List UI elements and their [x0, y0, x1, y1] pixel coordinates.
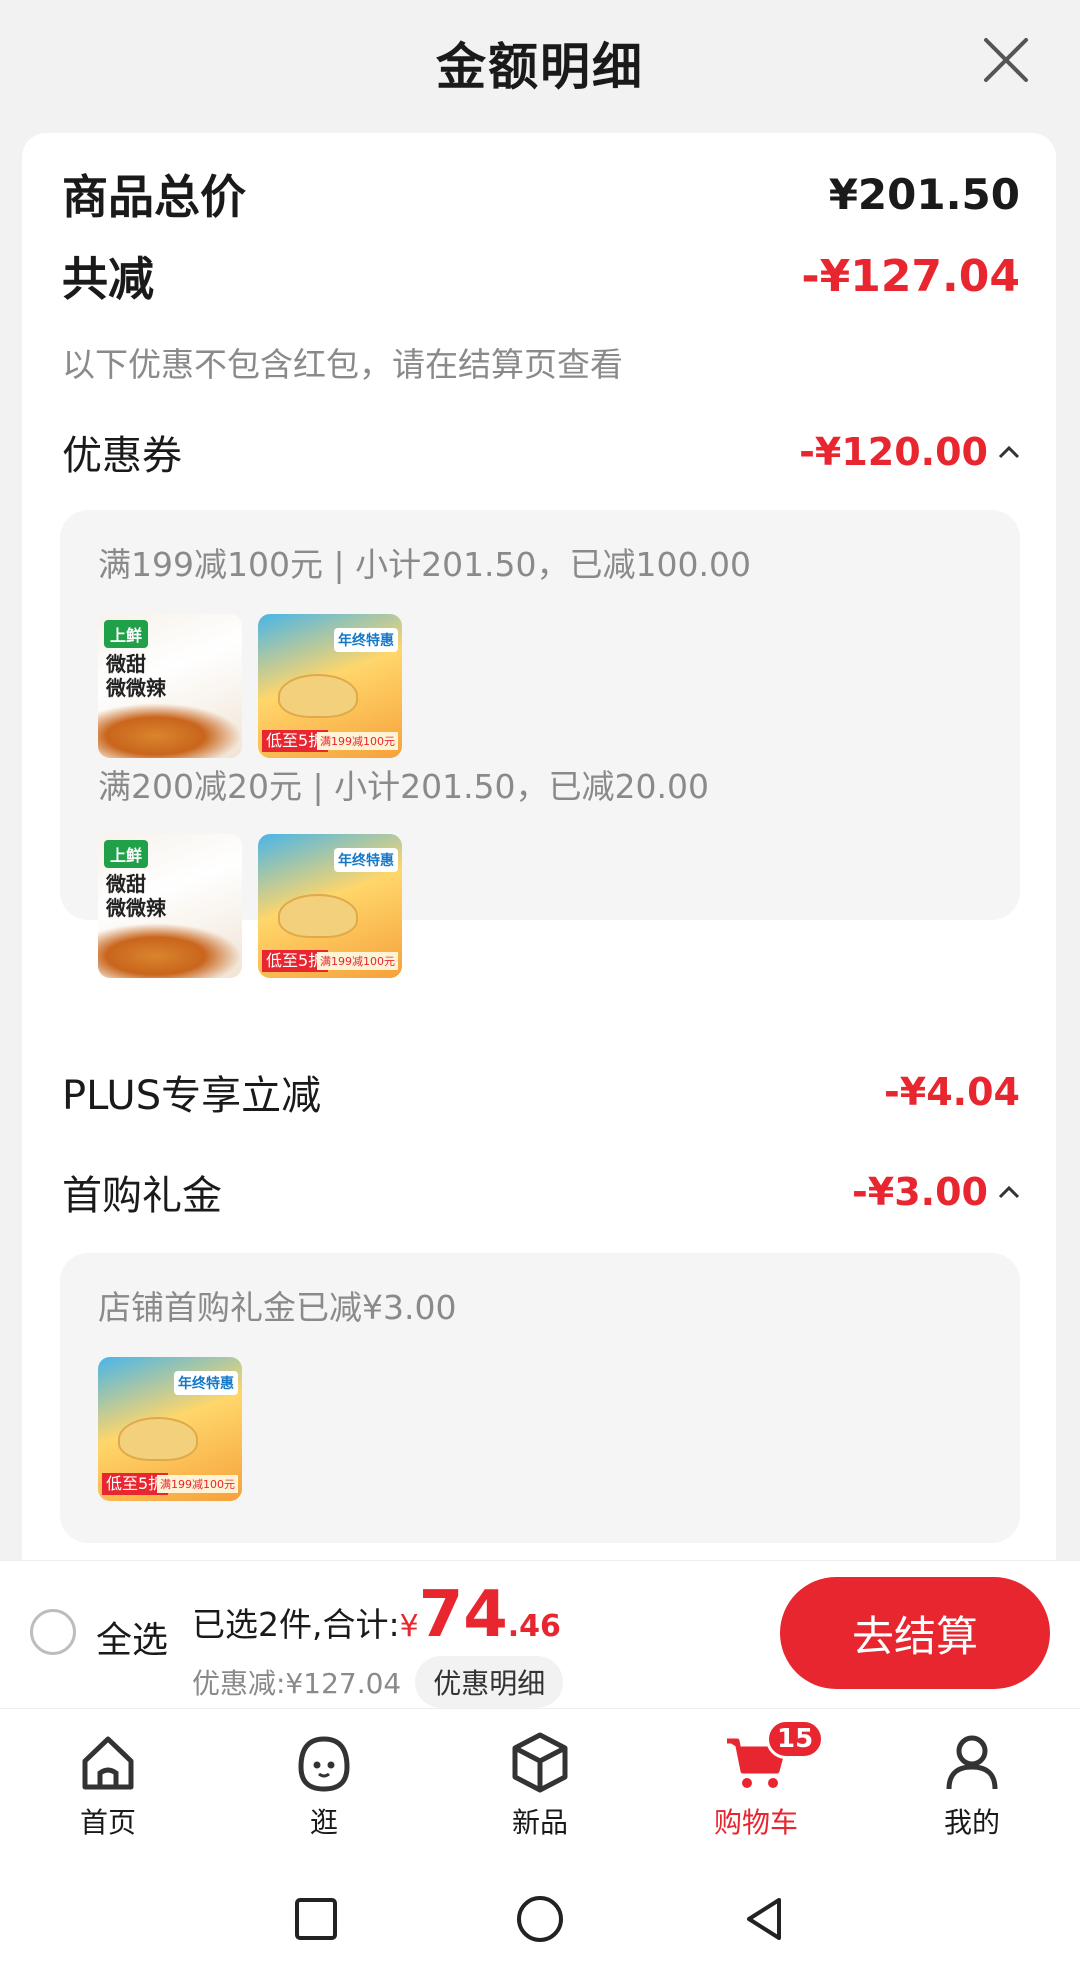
tab-me[interactable]: 我的 — [864, 1709, 1080, 1858]
tab-label: 购物车 — [713, 1806, 798, 1839]
plus-reduce-label: PLUS专享立减 — [62, 1073, 322, 1119]
thumb-brand: 上鲜 — [104, 840, 149, 868]
coupon-group-line: 满200减20元 | 小计201.50，已减20.00 — [98, 767, 710, 806]
first-gift-detail-panel: 店铺首购礼金已减¥3.00 年终特惠 低至5折 满199减100元 — [60, 1253, 1020, 1543]
thumb-label: 年终特惠 — [174, 1371, 238, 1395]
tab-browse[interactable]: 逛 — [216, 1709, 432, 1858]
detail-card: 商品总价 ¥201.50 共减 -¥127.04 以下优惠不包含红包，请在结算页… — [22, 133, 1056, 1560]
total-amount-decimal: .46 — [507, 1609, 561, 1644]
total-price-row: 商品总价 ¥201.50 — [62, 161, 1020, 227]
thumb-word: 微甜 微微辣 — [106, 872, 166, 920]
product-thumb-chicken[interactable]: 上鲜 微甜 微微辣 — [98, 834, 242, 978]
product-thumb-dumpling[interactable]: 年终特惠 低至5折 满199减100元 — [258, 614, 402, 758]
sheet-title: 金额明细 — [436, 37, 644, 96]
coupon-label: 优惠券 — [62, 433, 182, 479]
cart-count-badge: 15 — [766, 1719, 825, 1759]
plus-reduce-value: -¥4.04 — [884, 1070, 1020, 1114]
thumb-label: 年终特惠 — [334, 628, 398, 652]
total-price-value: ¥201.50 — [828, 169, 1020, 219]
close-icon — [984, 38, 1028, 82]
user-icon — [946, 1735, 998, 1790]
coupon-group-line: 满199减100元 | 小计201.50，已减100.00 — [98, 545, 752, 584]
first-gift-amount: -¥3.00 — [852, 1170, 1020, 1214]
recents-square-icon[interactable] — [289, 1892, 343, 1946]
thumb-promo: 满199减100元 — [157, 1475, 238, 1493]
thumb-label: 年终特惠 — [334, 848, 398, 872]
discount-line: 优惠减:¥127.04 优惠明细 — [192, 1656, 564, 1708]
tab-new[interactable]: 新品 — [432, 1709, 648, 1858]
plus-reduce-row: PLUS专享立减 -¥4.04 — [62, 1063, 1020, 1121]
tab-label: 新品 — [511, 1806, 568, 1839]
browse-face-icon — [298, 1736, 350, 1792]
tab-label: 我的 — [943, 1806, 1000, 1839]
tab-label: 首页 — [79, 1806, 136, 1839]
product-thumb-dumpling[interactable]: 年终特惠 低至5折 满199减100元 — [258, 834, 402, 978]
currency-symbol: ¥ — [399, 1609, 419, 1644]
thumb-dumpling-image — [118, 1417, 198, 1461]
coupon-value: -¥120.00 — [799, 430, 988, 474]
total-summary: 已选2件,合计: ¥ 74 .46 — [192, 1578, 561, 1652]
product-thumb-chicken[interactable]: 上鲜 微甜 微微辣 — [98, 614, 242, 758]
checkout-button[interactable]: 去结算 — [780, 1577, 1050, 1689]
chevron-up-icon — [998, 445, 1020, 459]
select-all-radio[interactable] — [30, 1609, 76, 1655]
tab-label: 逛 — [309, 1806, 338, 1839]
checkout-bar: 全选 已选2件,合计: ¥ 74 .46 优惠减:¥127.04 优惠明细 去结… — [0, 1560, 1080, 1708]
cube-icon — [512, 1732, 568, 1793]
summary-prefix: 已选2件,合计: — [192, 1605, 400, 1644]
total-reduce-value: -¥127.04 — [801, 250, 1020, 302]
first-gift-line: 店铺首购礼金已减¥3.00 — [98, 1288, 457, 1327]
thumb-promo: 满199减100元 — [317, 952, 398, 970]
home-icon — [82, 1736, 134, 1790]
discount-text: 优惠减:¥127.04 — [192, 1667, 402, 1700]
total-reduce-label: 共减 — [62, 252, 154, 306]
thumb-promo: 满199减100元 — [317, 732, 398, 750]
amount-detail-sheet: 金额明细 商品总价 ¥201.50 共减 -¥127.04 以下优惠不包含红包，… — [0, 0, 1080, 1560]
close-button[interactable] — [976, 30, 1036, 90]
thumb-food-image — [98, 703, 242, 758]
first-gift-row[interactable]: 首购礼金 -¥3.00 — [62, 1163, 1020, 1221]
first-gift-label: 首购礼金 — [62, 1173, 222, 1219]
home-circle-icon[interactable] — [513, 1892, 567, 1946]
tab-cart[interactable]: 15 购物车 — [648, 1709, 864, 1858]
coupon-amount: -¥120.00 — [799, 430, 1020, 474]
system-navigation-bar — [0, 1858, 1080, 1979]
thumb-food-image — [98, 923, 242, 978]
chevron-up-icon — [998, 1185, 1020, 1199]
discount-detail-button[interactable]: 优惠明细 — [415, 1656, 564, 1708]
total-price-label: 商品总价 — [62, 170, 246, 224]
thumb-dumpling-image — [278, 674, 358, 718]
sheet-header: 金额明细 — [0, 0, 1080, 125]
thumb-word: 微甜 微微辣 — [106, 652, 166, 700]
total-amount-integer: 74 — [418, 1578, 508, 1652]
bottom-tab-bar: 首页 逛 新品 15 购物车 我的 — [0, 1708, 1080, 1858]
thumb-dumpling-image — [278, 894, 358, 938]
reduce-note: 以下优惠不包含红包，请在结算页查看 — [62, 345, 623, 384]
back-triangle-icon[interactable] — [737, 1892, 791, 1946]
thumb-brand: 上鲜 — [104, 620, 149, 648]
total-reduce-row: 共减 -¥127.04 — [62, 243, 1020, 309]
tab-home[interactable]: 首页 — [0, 1709, 216, 1858]
coupon-detail-panel: 满199减100元 | 小计201.50，已减100.00 上鲜 微甜 微微辣 年… — [60, 510, 1020, 978]
select-all-label[interactable]: 全选 — [96, 1611, 168, 1663]
product-thumb-dumpling[interactable]: 年终特惠 低至5折 满199减100元 — [98, 1357, 242, 1501]
first-gift-value: -¥3.00 — [852, 1170, 988, 1214]
coupon-row[interactable]: 优惠券 -¥120.00 — [62, 423, 1020, 481]
